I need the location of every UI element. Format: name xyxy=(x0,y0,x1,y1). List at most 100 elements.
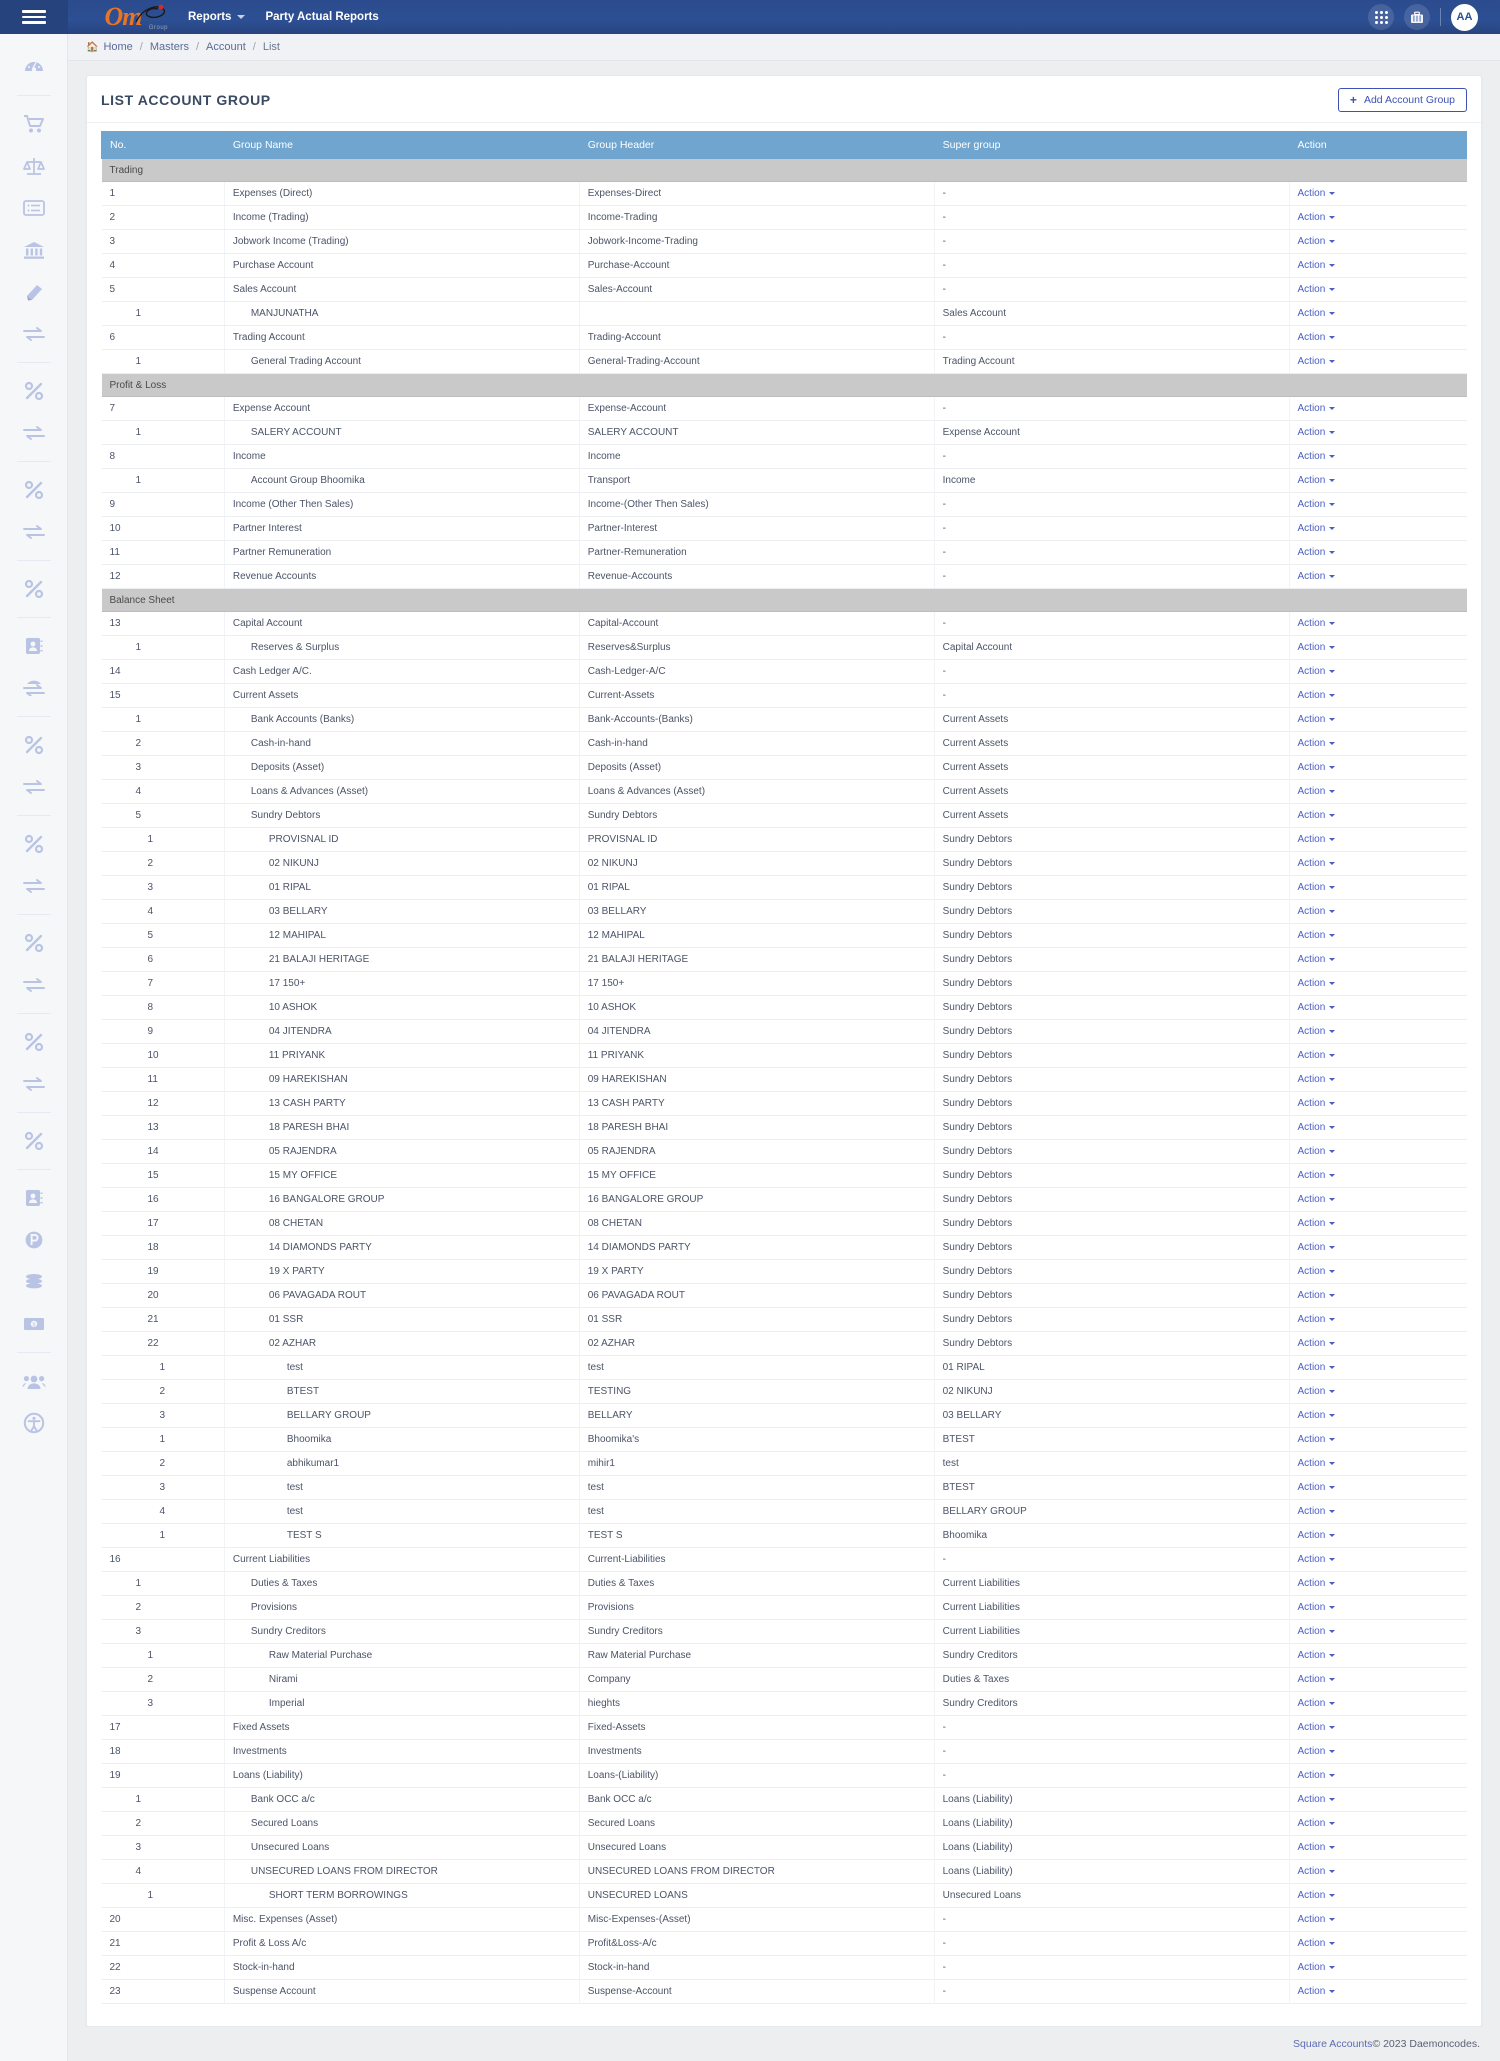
action-dropdown-button[interactable]: Action xyxy=(1298,308,1336,319)
action-dropdown-button[interactable]: Action xyxy=(1298,618,1336,629)
action-dropdown-button[interactable]: Action xyxy=(1298,954,1336,965)
sidebar-item-transfer-5[interactable] xyxy=(17,770,51,804)
action-dropdown-button[interactable]: Action xyxy=(1298,1410,1336,1421)
breadcrumb-account[interactable]: Account xyxy=(206,41,246,53)
action-dropdown-button[interactable]: Action xyxy=(1298,1458,1336,1469)
action-dropdown-button[interactable]: Action xyxy=(1298,1842,1336,1853)
action-dropdown-button[interactable]: Action xyxy=(1298,1722,1336,1733)
action-dropdown-button[interactable]: Action xyxy=(1298,1602,1336,1613)
breadcrumb-masters[interactable]: Masters xyxy=(150,41,189,53)
action-dropdown-button[interactable]: Action xyxy=(1298,499,1336,510)
action-dropdown-button[interactable]: Action xyxy=(1298,714,1336,725)
action-dropdown-button[interactable]: Action xyxy=(1298,475,1336,486)
action-dropdown-button[interactable]: Action xyxy=(1298,1482,1336,1493)
action-dropdown-button[interactable]: Action xyxy=(1298,1890,1336,1901)
sidebar-item-transfer-2[interactable] xyxy=(17,416,51,450)
app-logo[interactable]: Om Group xyxy=(68,0,178,34)
action-dropdown-button[interactable]: Action xyxy=(1298,236,1336,247)
sidebar-item-books[interactable] xyxy=(17,275,51,309)
sidebar-item-ledger-list[interactable] xyxy=(17,191,51,225)
sidebar-item-tax-4[interactable] xyxy=(17,728,51,762)
action-dropdown-button[interactable]: Action xyxy=(1298,906,1336,917)
action-dropdown-button[interactable]: Action xyxy=(1298,1770,1336,1781)
sidebar-item-bank[interactable] xyxy=(17,233,51,267)
breadcrumb-home[interactable]: Home xyxy=(103,41,132,53)
sidebar-item-tax-2[interactable] xyxy=(17,473,51,507)
sidebar-item-transfer[interactable] xyxy=(17,317,51,351)
action-dropdown-button[interactable]: Action xyxy=(1298,188,1336,199)
action-dropdown-button[interactable]: Action xyxy=(1298,666,1336,677)
action-dropdown-button[interactable]: Action xyxy=(1298,1122,1336,1133)
action-dropdown-button[interactable]: Action xyxy=(1298,834,1336,845)
action-dropdown-button[interactable]: Action xyxy=(1298,1962,1336,1973)
sidebar-item-tax-7[interactable] xyxy=(17,1025,51,1059)
sidebar-item-tax-5[interactable] xyxy=(17,827,51,861)
sidebar-item-transfer-4[interactable] xyxy=(17,671,51,705)
action-dropdown-button[interactable]: Action xyxy=(1298,212,1336,223)
nav-item-party-actual-reports[interactable]: Party Actual Reports xyxy=(255,0,388,34)
action-dropdown-button[interactable]: Action xyxy=(1298,762,1336,773)
action-dropdown-button[interactable]: Action xyxy=(1298,332,1336,343)
sidebar-item-transfer-3[interactable] xyxy=(17,515,51,549)
action-dropdown-button[interactable]: Action xyxy=(1298,260,1336,271)
action-dropdown-button[interactable]: Action xyxy=(1298,1218,1336,1229)
action-dropdown-button[interactable]: Action xyxy=(1298,1146,1336,1157)
action-dropdown-button[interactable]: Action xyxy=(1298,1530,1336,1541)
action-dropdown-button[interactable]: Action xyxy=(1298,978,1336,989)
action-dropdown-button[interactable]: Action xyxy=(1298,1938,1336,1949)
sidebar-item-accessibility[interactable] xyxy=(17,1406,51,1440)
sidebar-item-parking[interactable] xyxy=(17,1223,51,1257)
action-dropdown-button[interactable]: Action xyxy=(1298,1194,1336,1205)
action-dropdown-button[interactable]: Action xyxy=(1298,858,1336,869)
action-dropdown-button[interactable]: Action xyxy=(1298,642,1336,653)
action-dropdown-button[interactable]: Action xyxy=(1298,1242,1336,1253)
action-dropdown-button[interactable]: Action xyxy=(1298,451,1336,462)
action-dropdown-button[interactable]: Action xyxy=(1298,1026,1336,1037)
action-dropdown-button[interactable]: Action xyxy=(1298,427,1336,438)
nav-item-reports[interactable]: Reports xyxy=(178,0,255,34)
action-dropdown-button[interactable]: Action xyxy=(1298,1002,1336,1013)
sidebar-item-cash[interactable]: $ xyxy=(17,1307,51,1341)
action-dropdown-button[interactable]: Action xyxy=(1298,1674,1336,1685)
action-dropdown-button[interactable]: Action xyxy=(1298,1914,1336,1925)
action-dropdown-button[interactable]: Action xyxy=(1298,1650,1336,1661)
action-dropdown-button[interactable]: Action xyxy=(1298,1170,1336,1181)
action-dropdown-button[interactable]: Action xyxy=(1298,547,1336,558)
action-dropdown-button[interactable]: Action xyxy=(1298,284,1336,295)
action-dropdown-button[interactable]: Action xyxy=(1298,1866,1336,1877)
sidebar-item-tax-3[interactable] xyxy=(17,572,51,606)
sidebar-item-tax-6[interactable] xyxy=(17,926,51,960)
action-dropdown-button[interactable]: Action xyxy=(1298,1698,1336,1709)
action-dropdown-button[interactable]: Action xyxy=(1298,1050,1336,1061)
sidebar-item-transfer-8[interactable] xyxy=(17,1067,51,1101)
action-dropdown-button[interactable]: Action xyxy=(1298,1746,1336,1757)
action-dropdown-button[interactable]: Action xyxy=(1298,1578,1336,1589)
action-dropdown-button[interactable]: Action xyxy=(1298,1314,1336,1325)
apps-grid-button[interactable] xyxy=(1368,4,1394,30)
action-dropdown-button[interactable]: Action xyxy=(1298,1098,1336,1109)
sidebar-item-transfer-7[interactable] xyxy=(17,968,51,1002)
briefcase-button[interactable] xyxy=(1404,4,1430,30)
sidebar-item-coins[interactable] xyxy=(17,1265,51,1299)
action-dropdown-button[interactable]: Action xyxy=(1298,571,1336,582)
sidebar-item-transfer-6[interactable] xyxy=(17,869,51,903)
avatar[interactable]: AA xyxy=(1451,3,1478,31)
action-dropdown-button[interactable]: Action xyxy=(1298,403,1336,414)
action-dropdown-button[interactable]: Action xyxy=(1298,690,1336,701)
action-dropdown-button[interactable]: Action xyxy=(1298,1434,1336,1445)
sidebar-item-tax-8[interactable] xyxy=(17,1124,51,1158)
sidebar-item-users[interactable] xyxy=(17,1364,51,1398)
action-dropdown-button[interactable]: Action xyxy=(1298,810,1336,821)
action-dropdown-button[interactable]: Action xyxy=(1298,1554,1336,1565)
action-dropdown-button[interactable]: Action xyxy=(1298,786,1336,797)
sidebar-item-dashboard[interactable] xyxy=(17,50,51,84)
sidebar-item-balance[interactable] xyxy=(17,149,51,183)
action-dropdown-button[interactable]: Action xyxy=(1298,1986,1336,1997)
action-dropdown-button[interactable]: Action xyxy=(1298,1266,1336,1277)
action-dropdown-button[interactable]: Action xyxy=(1298,1794,1336,1805)
action-dropdown-button[interactable]: Action xyxy=(1298,1362,1336,1373)
action-dropdown-button[interactable]: Action xyxy=(1298,356,1336,367)
add-account-group-button[interactable]: + Add Account Group xyxy=(1337,88,1467,112)
action-dropdown-button[interactable]: Action xyxy=(1298,882,1336,893)
action-dropdown-button[interactable]: Action xyxy=(1298,523,1336,534)
